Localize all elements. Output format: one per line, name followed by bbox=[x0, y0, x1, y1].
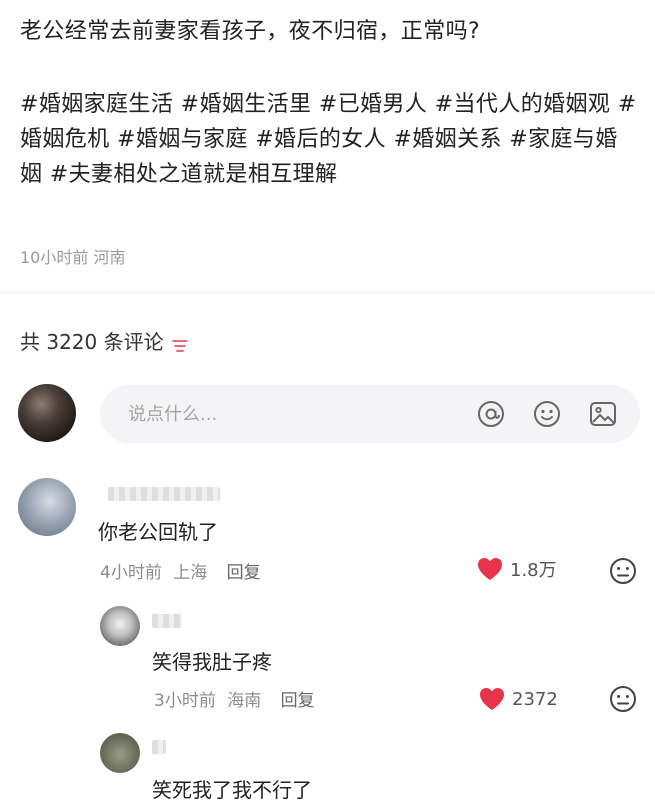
post-title: 老公经常去前妻家看孩子，夜不归宿，正常吗? bbox=[20, 19, 481, 44]
comment-count-header: 共 3220 条评论 bbox=[20, 326, 188, 355]
username-redacted[interactable] bbox=[152, 614, 182, 628]
username-redacted[interactable] bbox=[152, 740, 166, 754]
at-icon[interactable] bbox=[476, 399, 506, 429]
comment-meta: 3小时前 海南 回复 bbox=[154, 686, 315, 711]
reply-button[interactable]: 回复 bbox=[281, 691, 315, 711]
emoji-icon[interactable] bbox=[608, 684, 638, 714]
comment-time: 3小时前 bbox=[154, 691, 216, 711]
heart-icon bbox=[480, 688, 504, 710]
like-count: 1.8万 bbox=[510, 560, 557, 581]
comment-location: 上海 bbox=[173, 563, 208, 583]
post-body: 老公经常去前妻家看孩子，夜不归宿，正常吗? #婚姻家庭生活 #婚姻生活里 #已婚… bbox=[20, 14, 640, 192]
like-button[interactable]: 1.8万 bbox=[476, 556, 557, 582]
post-meta: 10小时前 河南 bbox=[20, 248, 126, 267]
image-icon[interactable] bbox=[588, 399, 618, 429]
emoji-icon[interactable] bbox=[608, 556, 638, 586]
current-user-avatar[interactable] bbox=[18, 384, 76, 442]
emoji-icon[interactable] bbox=[532, 399, 562, 429]
avatar[interactable] bbox=[18, 478, 76, 536]
comment-text: 你老公回轨了 bbox=[98, 520, 218, 544]
avatar[interactable] bbox=[100, 733, 140, 773]
comment-input[interactable] bbox=[126, 402, 460, 426]
comment-time: 4小时前 bbox=[100, 563, 162, 583]
section-divider bbox=[0, 292, 655, 293]
avatar[interactable] bbox=[100, 606, 140, 646]
post-hashtags[interactable]: #婚姻家庭生活 #婚姻生活里 #已婚男人 #当代人的婚姻观 #婚姻危机 #婚姻与… bbox=[20, 87, 640, 192]
comment-location: 海南 bbox=[227, 691, 262, 711]
comment-count: 共 3220 条评论 bbox=[20, 330, 164, 354]
filter-icon[interactable] bbox=[171, 334, 188, 352]
heart-icon bbox=[478, 558, 502, 580]
like-count: 2372 bbox=[512, 688, 558, 710]
like-button[interactable]: 2372 bbox=[478, 686, 558, 712]
reply-button[interactable]: 回复 bbox=[227, 563, 261, 583]
username-redacted[interactable] bbox=[108, 487, 220, 501]
comment-input-bar[interactable] bbox=[100, 385, 640, 443]
comment-meta: 4小时前 上海 回复 bbox=[100, 558, 261, 583]
comment-text: 笑得我肚子疼 bbox=[152, 650, 272, 674]
comment-text: 笑死我了我不行了 bbox=[152, 778, 312, 802]
